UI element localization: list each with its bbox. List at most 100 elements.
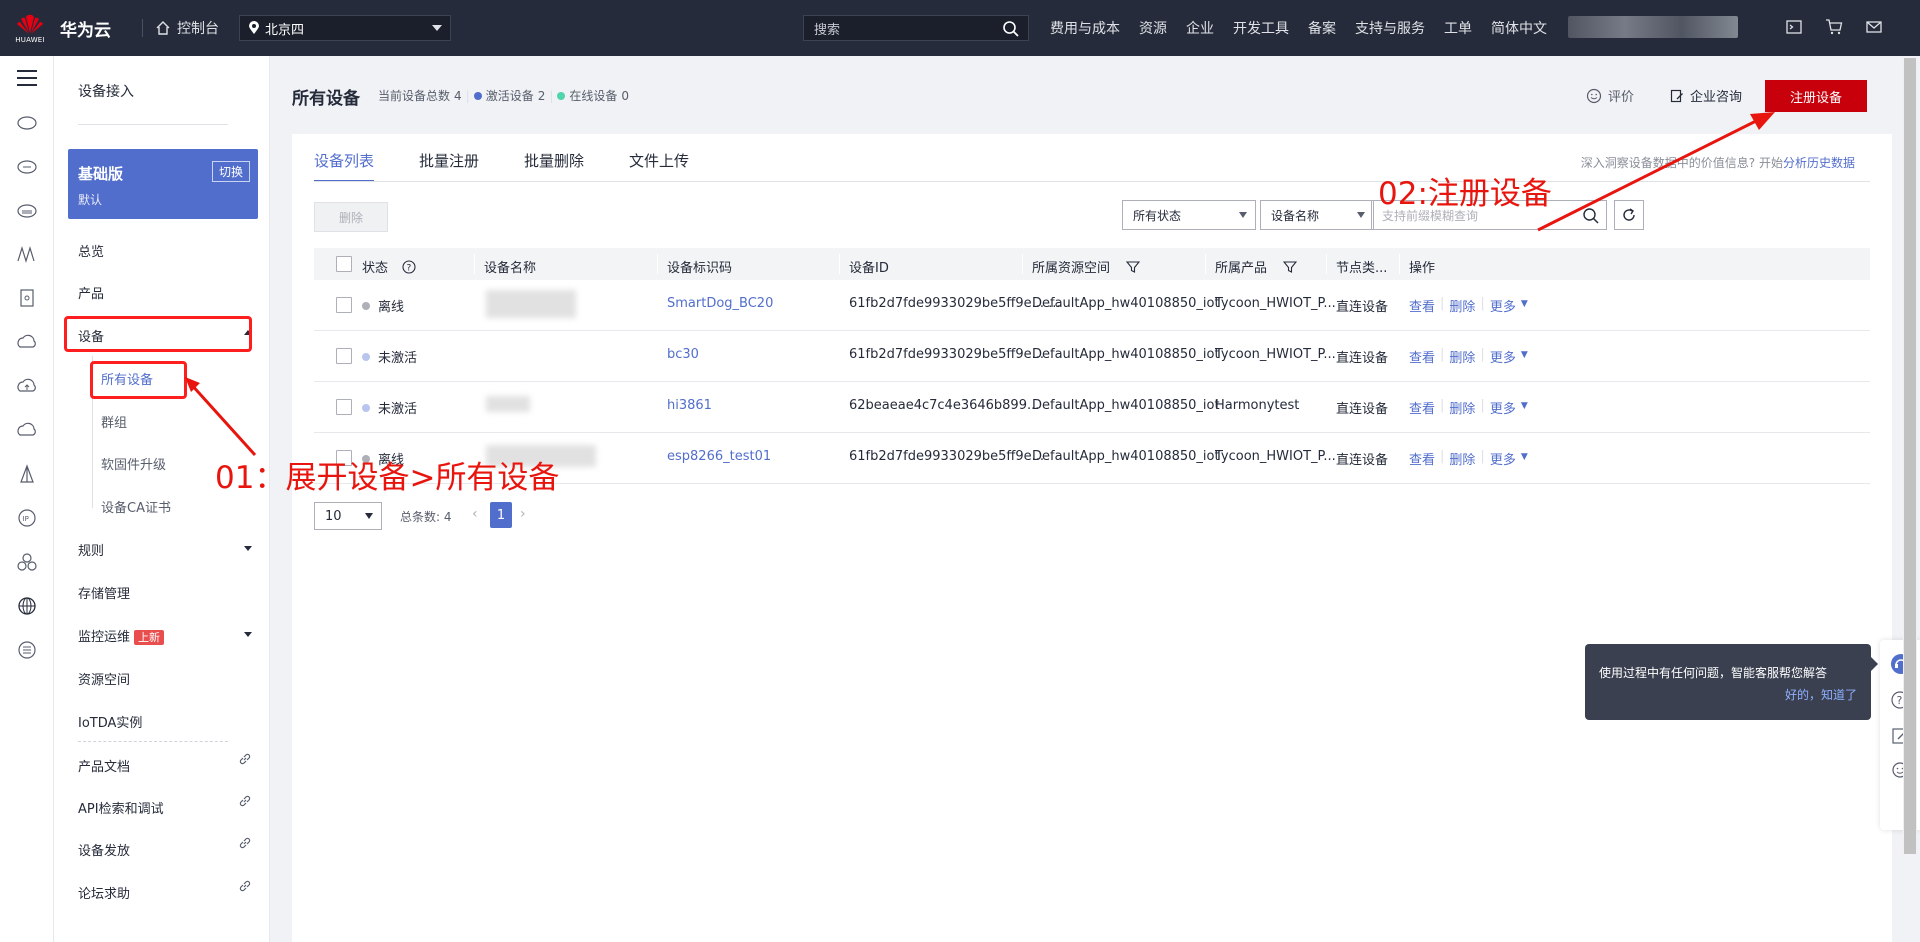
sidebar-item-api[interactable]: API检索和调试 [78,798,164,817]
sidebar-item-group[interactable]: 群组 [101,412,127,431]
terminal-icon[interactable] [1785,18,1803,36]
cloud-storage-icon[interactable] [0,188,54,232]
cloud-upload-icon[interactable] [0,364,54,408]
nav-ticket[interactable]: 工单 [1444,18,1472,38]
user-account-blurred[interactable] [1568,16,1738,38]
field-filter-value: 设备名称 [1271,208,1320,223]
view-link[interactable]: 查看 [1409,449,1435,468]
select-all-checkbox[interactable] [336,256,352,272]
nav-cost[interactable]: 费用与成本 [1050,18,1120,38]
tab-device-list[interactable]: 设备列表 [314,134,375,182]
nav-resources[interactable]: 资源 [1139,18,1167,38]
page-size-select[interactable]: 10 [314,502,382,530]
product-name: Tycoon_HWIOT_P... [1215,296,1336,311]
cloud-check-icon[interactable] [0,408,54,452]
sidebar-item-storage[interactable]: 存储管理 [78,583,130,602]
switch-edition-button[interactable]: 切换 [211,161,250,182]
consult-link[interactable]: 企业咨询 [1670,86,1742,105]
menu-icon[interactable] [0,56,54,100]
consult-label: 企业咨询 [1690,90,1743,105]
device-name-blurred [486,396,530,412]
console-link[interactable]: 控制台 [155,18,219,38]
tower-icon[interactable] [0,452,54,496]
delete-link[interactable]: 删除 [1449,347,1475,366]
arrow-to-register [1537,112,1775,232]
cloud-server-icon[interactable] [0,100,54,144]
status-filter-select[interactable]: 所有状态 [1122,200,1256,230]
delete-link[interactable]: 删除 [1449,449,1475,468]
help-icon[interactable]: ? [402,259,416,274]
tab-file-upload[interactable]: 文件上传 [629,134,689,182]
view-link[interactable]: 查看 [1409,398,1435,417]
delete-link[interactable]: 删除 [1449,296,1475,315]
edition-card: 基础版 默认 切换 [68,149,258,219]
row-checkbox[interactable] [336,348,352,364]
device-identifier-link[interactable]: esp8266_test01 [667,449,771,464]
sidebar-item-monitor[interactable]: 监控运维 上新 [78,626,165,645]
next-page-button[interactable]: › [520,506,526,522]
device-icon[interactable] [0,276,54,320]
field-filter-select[interactable]: 设备名称 [1260,200,1374,230]
cart-icon[interactable] [1825,18,1843,36]
node-type: 直连设备 [1336,453,1389,468]
sidebar-item-forum[interactable]: 论坛求助 [78,883,130,902]
huawei-logo[interactable]: HUAWEI 华为云 [0,8,130,48]
cluster-icon[interactable] [0,540,54,584]
device-identifier-link[interactable]: bc30 [667,347,699,362]
nav-language[interactable]: 简体中文 [1491,18,1547,38]
sidebar-item-docs[interactable]: 产品文档 [78,756,130,775]
scrollbar-thumb[interactable] [1904,58,1916,854]
region-select[interactable]: 北京四 [239,15,451,41]
row-checkbox[interactable] [336,297,352,313]
page-scrollbar[interactable] [1903,58,1917,854]
header-status-label: 状态 [362,261,389,276]
more-dropdown[interactable]: 更多 [1490,449,1516,468]
device-identifier-link[interactable]: SmartDog_BC20 [667,296,773,311]
tooltip-dismiss-link[interactable]: 好的，知道了 [1785,686,1857,703]
rate-link[interactable]: 评价 [1586,86,1634,105]
database-icon[interactable] [0,628,54,672]
device-identifier-link[interactable]: hi3861 [667,398,712,413]
sidebar-item-rules[interactable]: 规则 [78,540,104,559]
sidebar-item-iotda[interactable]: IoTDA实例 [78,712,142,731]
delete-link[interactable]: 删除 [1449,398,1475,417]
more-dropdown[interactable]: 更多 [1490,296,1516,315]
sidebar-item-overview[interactable]: 总览 [78,241,104,260]
view-link[interactable]: 查看 [1409,296,1435,315]
nav-filing[interactable]: 备案 [1308,18,1336,38]
sidebar-item-product[interactable]: 产品 [78,283,104,302]
nav-enterprise[interactable]: 企业 [1186,18,1214,38]
nav-dev-tools[interactable]: 开发工具 [1233,18,1289,38]
filter-icon[interactable] [1126,260,1141,274]
filter-icon[interactable] [1283,260,1298,274]
tab-batch-register[interactable]: 批量注册 [419,134,479,182]
prev-page-button[interactable]: ‹ [472,506,478,522]
sidebar-item-resource-space[interactable]: 资源空间 [78,669,130,688]
page-number-current[interactable]: 1 [490,502,512,528]
external-link-icon [239,837,251,849]
status-dot [362,352,370,361]
more-dropdown[interactable]: 更多 [1490,347,1516,366]
register-device-button[interactable]: 注册设备 [1765,80,1867,112]
row-checkbox[interactable] [336,399,352,415]
more-dropdown[interactable]: 更多 [1490,398,1516,417]
view-link[interactable]: 查看 [1409,347,1435,366]
nav-support[interactable]: 支持与服务 [1355,18,1425,38]
sidebar-item-firmware[interactable]: 软固件升级 [101,454,166,473]
edition-name: 基础版 [78,165,124,183]
mail-icon[interactable] [1865,18,1883,36]
search-icon[interactable] [1002,20,1020,38]
ip-icon[interactable]: IP [0,496,54,540]
cloud-sync-icon[interactable] [0,320,54,364]
history-analysis-link[interactable]: 分析历史数据 [1783,156,1855,170]
global-search-input[interactable]: 搜索 [803,15,1029,41]
logo-text: HUAWEI [15,35,45,44]
globe-icon[interactable] [0,584,54,628]
cloud-icon[interactable] [0,144,54,188]
product-name: Tycoon_HWIOT_P... [1215,449,1336,464]
tab-batch-delete[interactable]: 批量删除 [524,134,584,182]
sidebar-item-provision[interactable]: 设备发放 [78,840,130,859]
delete-button[interactable]: 删除 [314,202,388,232]
sidebar-item-ca[interactable]: 设备CA证书 [101,497,171,516]
network-icon[interactable] [0,232,54,276]
